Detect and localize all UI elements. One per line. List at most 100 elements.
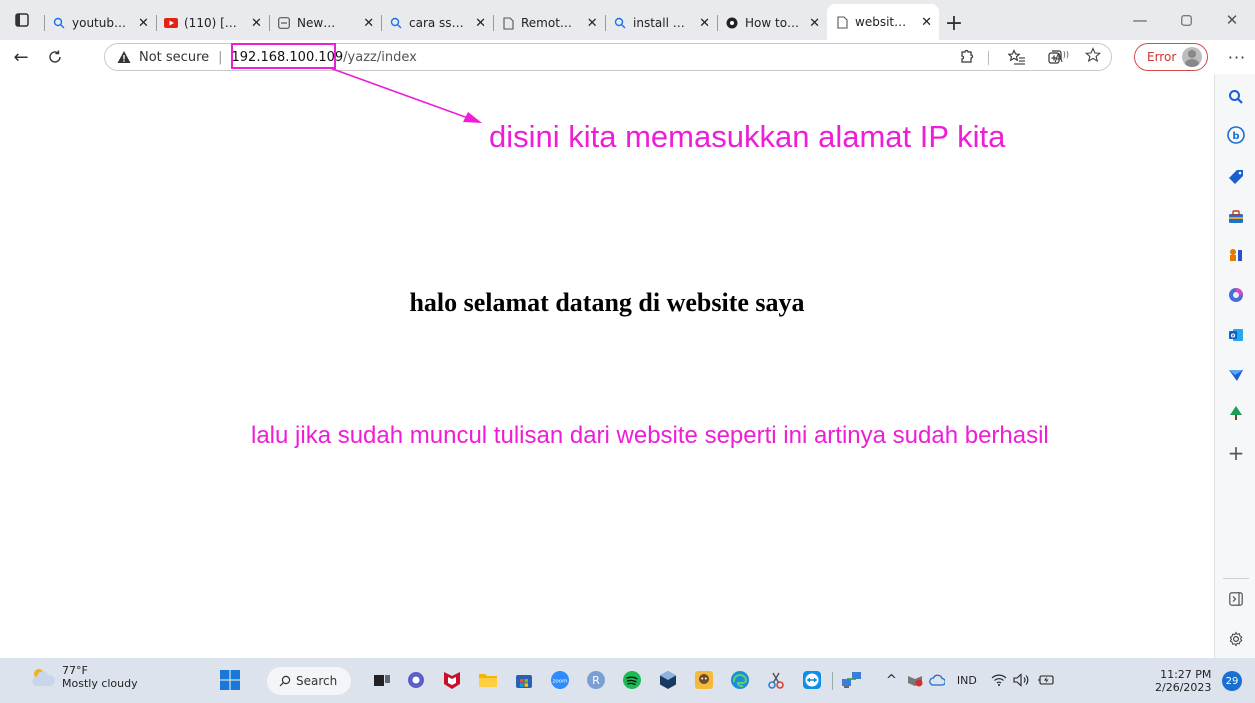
show-hidden-icons-button[interactable]: ^ (886, 673, 897, 688)
close-window-button[interactable]: ✕ (1209, 0, 1255, 40)
chat-icon (408, 672, 424, 688)
tab-youtube-search[interactable]: youtube - S ✕ (44, 6, 156, 40)
svg-text:b: b (1232, 131, 1239, 142)
favorites-button[interactable] (1002, 42, 1032, 72)
sidebar-outlook-button[interactable]: o (1225, 324, 1247, 346)
page-heading: halo selamat datang di website saya (409, 288, 805, 317)
settings-more-button[interactable]: ··· (1222, 42, 1252, 72)
security-label[interactable]: Not secure (139, 50, 209, 65)
spotify-button[interactable] (618, 666, 646, 694)
new-tab-button[interactable]: + (939, 6, 969, 40)
file-explorer-button[interactable] (474, 666, 502, 694)
sidebar-hide-button[interactable] (1225, 588, 1247, 610)
tab-how-to-enable[interactable]: How to Ena ✕ (717, 6, 827, 40)
page-icon (835, 15, 849, 29)
close-icon[interactable]: ✕ (585, 16, 599, 31)
svg-text:o: o (1231, 332, 1236, 340)
network-app-button[interactable] (838, 666, 866, 694)
wifi-icon[interactable] (991, 673, 1007, 687)
language-indicator[interactable]: IND (957, 674, 977, 687)
sidebar-tree-button[interactable] (1225, 402, 1247, 424)
minimize-button[interactable]: — (1117, 0, 1163, 40)
taskbar-search-label: Search (296, 674, 338, 688)
extensions-button[interactable] (951, 42, 981, 72)
battery-charging-icon[interactable] (1037, 673, 1055, 687)
sidebar-bing-button[interactable]: b (1225, 124, 1247, 146)
speaker-icon[interactable] (1013, 673, 1031, 687)
toolbar-divider (988, 51, 989, 65)
tab-actions-button[interactable] (0, 0, 44, 40)
star-add-icon (1084, 47, 1102, 63)
search-icon (52, 16, 66, 30)
notification-count-badge[interactable]: 29 (1222, 671, 1242, 691)
profile-button[interactable]: Error (1134, 43, 1208, 71)
plus-icon: + (944, 10, 964, 36)
web-page: halo selamat datang di website saya disi… (0, 74, 1214, 658)
warning-icon (117, 51, 131, 63)
close-icon[interactable]: ✕ (698, 16, 711, 31)
collections-button[interactable] (1040, 42, 1070, 72)
refresh-button[interactable] (38, 42, 72, 72)
close-icon[interactable]: ✕ (362, 16, 375, 31)
sidebar-settings-button[interactable] (1225, 628, 1247, 650)
tab-title: How to Ena (745, 16, 800, 30)
r-app-button[interactable]: R (582, 666, 610, 694)
gear-icon (1229, 631, 1243, 647)
mcafee-tray-icon (907, 676, 923, 687)
teamviewer-icon (803, 671, 821, 689)
tab-live[interactable]: (110) [LIVE] ✕ (156, 6, 269, 40)
sidebar-send-button[interactable] (1225, 364, 1247, 386)
edge-icon (731, 671, 749, 689)
task-view-button[interactable] (368, 666, 396, 694)
sidebar-add-button[interactable]: + (1225, 441, 1247, 465)
edge-sidebar: b o + (1214, 74, 1255, 658)
tab-website-yazz[interactable]: website yaz ✕ (827, 4, 939, 40)
folder-icon (479, 674, 497, 687)
teamviewer-button[interactable] (798, 666, 826, 694)
edge-button[interactable] (726, 666, 754, 694)
sidebar-search-button[interactable] (1225, 86, 1247, 108)
tab-new-tab[interactable]: New tab ✕ (269, 6, 381, 40)
app-button-avatar[interactable] (690, 666, 718, 694)
cloud-sync-icon (929, 674, 945, 686)
virtualbox-button[interactable] (654, 666, 682, 694)
virtualbox-icon (660, 671, 676, 689)
close-icon[interactable]: ✕ (920, 15, 933, 30)
snipping-tool-button[interactable] (762, 666, 790, 694)
close-icon[interactable]: ✕ (137, 16, 150, 31)
tab-remote-desktop[interactable]: Remote De ✕ (493, 6, 605, 40)
close-icon[interactable]: ✕ (250, 16, 263, 31)
system-tray: ^ IND (886, 666, 1055, 694)
back-button[interactable]: ← (4, 42, 38, 72)
taskbar-clock[interactable]: 11:27 PM 2/26/2023 (1155, 668, 1211, 694)
tab-title: (110) [LIVE] (184, 16, 242, 30)
weather-widget[interactable]: 77°F Mostly cloudy (30, 664, 138, 690)
chess-icon (1230, 249, 1242, 261)
search-icon (389, 16, 403, 30)
clock-date: 2/26/2023 (1155, 681, 1212, 694)
start-button[interactable] (216, 666, 244, 694)
close-icon[interactable]: ✕ (474, 16, 487, 31)
teams-chat-button[interactable] (402, 666, 430, 694)
network-computers-icon (842, 672, 861, 688)
arrow-left-icon: ← (13, 46, 29, 68)
svg-text:zoom: zoom (553, 679, 568, 685)
taskbar-divider (832, 672, 833, 690)
sidebar-games-button[interactable] (1225, 244, 1247, 266)
microsoft365-icon (1229, 288, 1243, 302)
close-icon[interactable]: ✕ (808, 16, 821, 31)
mcafee-button[interactable] (438, 666, 466, 694)
zoom-button[interactable]: zoom (546, 666, 574, 694)
sidebar-microsoft365-button[interactable] (1225, 284, 1247, 306)
sidebar-tools-button[interactable] (1225, 206, 1247, 228)
microsoft-store-button[interactable] (510, 666, 538, 694)
tab-install-ssh[interactable]: install ssh u ✕ (605, 6, 717, 40)
restore-button[interactable] (1163, 0, 1209, 40)
windows-logo-icon (220, 670, 240, 690)
search-icon (279, 675, 291, 687)
taskbar-search[interactable]: Search (267, 667, 351, 695)
tab-cara-ss[interactable]: cara ss di la ✕ (381, 6, 493, 40)
sidebar-shopping-button[interactable] (1225, 166, 1247, 188)
favorite-star-button[interactable] (1084, 47, 1102, 67)
close-icon: ✕ (1225, 11, 1239, 29)
